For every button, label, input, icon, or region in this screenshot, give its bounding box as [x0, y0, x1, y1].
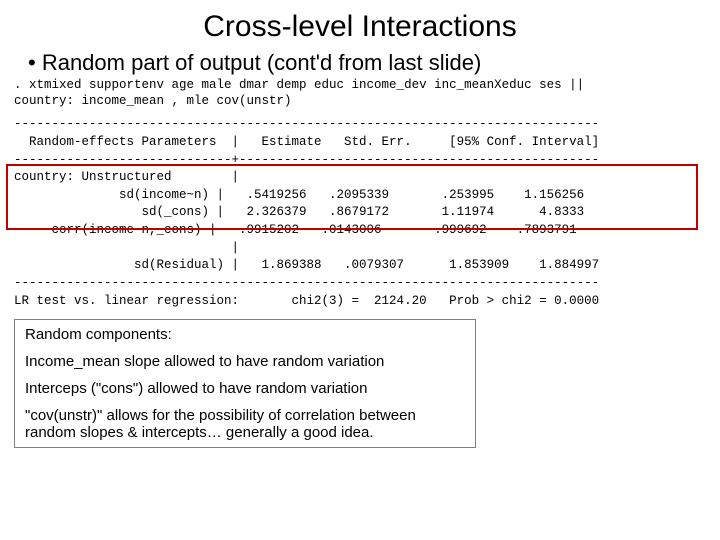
table-row: sd(Residual) | 1.869388 .0079307 1.85390… [14, 258, 706, 274]
table-row: sd(_cons) | 2.326379 .8679172 1.11974 4.… [14, 205, 706, 221]
slide-title: Cross-level Interactions [14, 10, 706, 44]
slide-container: Cross-level Interactions Random part of … [0, 0, 720, 456]
annotation-box: Random components: Income_mean slope all… [14, 319, 476, 448]
hrule-mid: -----------------------------+----------… [14, 153, 706, 169]
table-row: sd(income~n) | .5419256 .2095339 .253995… [14, 188, 706, 204]
stata-command: . xtmixed supportenv age male dmar demp … [14, 78, 706, 109]
annotation-line: "cov(unstr)" allows for the possibility … [25, 407, 465, 441]
hrule-top: ----------------------------------------… [14, 117, 706, 133]
table-row: corr(income~n,_cons) | -.9915202 .014300… [14, 223, 706, 239]
table-row: country: Unstructured | [14, 170, 706, 186]
stata-output: ----------------------------------------… [14, 117, 706, 309]
bullet-line: Random part of output (cont'd from last … [28, 50, 706, 76]
annotation-heading: Random components: [25, 326, 465, 343]
annotation-line: Interceps ("cons") allowed to have rando… [25, 380, 465, 397]
lr-test-line: LR test vs. linear regression: chi2(3) =… [14, 294, 706, 310]
table-row: | [14, 241, 706, 257]
annotation-line: Income_mean slope allowed to have random… [25, 353, 465, 370]
table-header: Random-effects Parameters | Estimate Std… [14, 135, 706, 151]
hrule-bot: ----------------------------------------… [14, 276, 706, 292]
